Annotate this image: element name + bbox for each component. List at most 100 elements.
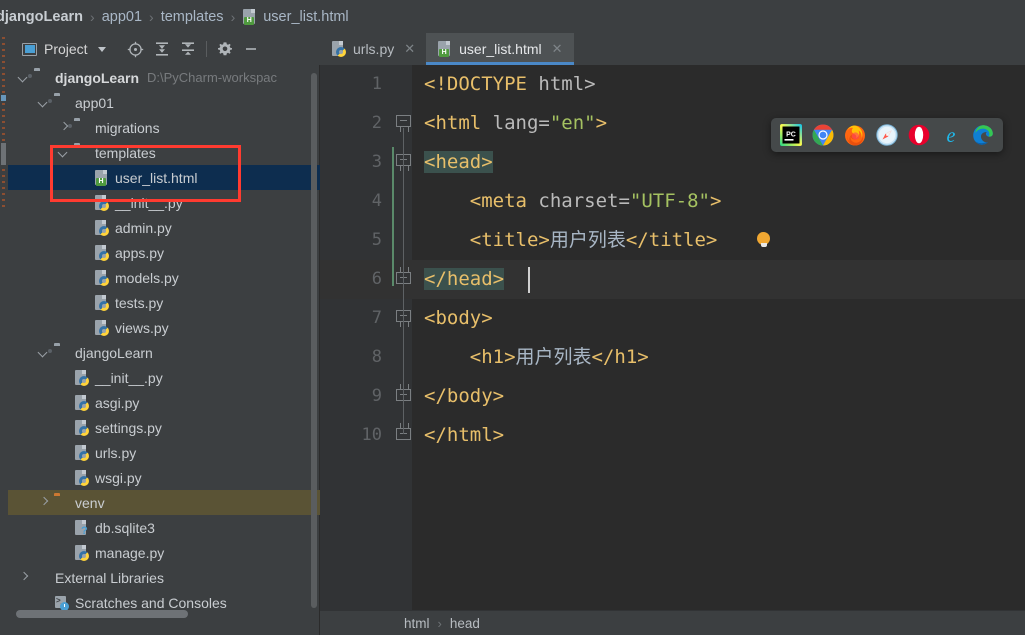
code-line-5[interactable]: 5 <title>用户列表</title> [320,221,1025,260]
strip-handle[interactable] [1,143,6,165]
python-file-icon [94,294,110,311]
breadcrumb-item-file[interactable]: H user_list.html [242,8,349,25]
project-window-icon [22,42,37,56]
fold-guide-line [403,167,405,276]
tree-row-label: models.py [115,269,179,286]
code-token: > [709,190,722,212]
browser-selector-popup[interactable]: PC e [771,118,1003,152]
folder-orange-icon [54,495,70,511]
pycharm-icon[interactable]: PC [780,124,802,146]
folder-icon [74,145,90,161]
tab-label: user_list.html [459,41,542,57]
python-file-icon [74,544,90,561]
status-breadcrumb-html[interactable]: html [404,616,430,631]
internet-explorer-icon[interactable]: e [940,124,962,147]
opera-icon[interactable] [908,124,930,146]
folder-module-icon [74,120,90,136]
tree-row-views-py[interactable]: views.py [8,315,320,340]
gear-icon[interactable] [212,36,238,62]
code-text: </body> [424,377,504,416]
line-number: 1 [371,74,382,94]
project-view-selector[interactable]: Project [8,41,106,57]
minimize-icon[interactable] [238,36,264,62]
chevron-down-icon[interactable] [58,147,69,158]
tree-row-wsgi-py[interactable]: wsgi.py [8,465,320,490]
tree-row-manage-py[interactable]: manage.py [8,540,320,565]
tree-row-models-py[interactable]: models.py [8,265,320,290]
chevron-down-icon[interactable] [38,347,49,358]
tree-row---init---py[interactable]: __init__.py [8,365,320,390]
tree-row-db-sqlite3[interactable]: ? db.sqlite3 [8,515,320,540]
tree-row-app01[interactable]: app01 [8,90,320,115]
chevron-right-icon[interactable] [38,497,49,508]
tree-row-label: settings.py [95,419,162,436]
code-line-6[interactable]: 6 </head> [320,260,1025,299]
code-line-7[interactable]: 7 <body> [320,299,1025,338]
project-panel-header: Project [8,33,320,65]
chevron-down-icon[interactable] [38,97,49,108]
tree-row---init---py[interactable]: __init__.py [8,190,320,215]
code-text: <title>用户列表</title> [424,221,718,260]
chevron-right-icon[interactable] [18,572,29,583]
code-token: "en" [549,112,596,134]
tab-urls-py[interactable]: urls.py ✕ [320,33,426,65]
text-caret [528,267,530,293]
chevron-down-icon[interactable] [18,72,29,83]
firefox-icon[interactable] [844,124,866,146]
locate-icon[interactable] [123,36,149,62]
breadcrumb: djangoLearn › app01 › templates › H user… [0,0,1025,33]
code-token: > [595,112,608,134]
tree-row-label: djangoLearn [75,344,153,361]
line-number: 8 [371,347,382,367]
tree-row-label: db.sqlite3 [95,519,155,536]
tree-row-venv[interactable]: venv [8,490,320,515]
chevron-right-icon[interactable] [58,122,69,133]
tree-row-templates[interactable]: templates [8,140,320,165]
intention-bulb-icon[interactable] [757,232,771,249]
tree-row-label: apps.py [115,244,165,261]
tree-row-admin-py[interactable]: admin.py [8,215,320,240]
edge-icon[interactable] [972,124,994,146]
tree-horizontal-scrollbar[interactable] [16,610,188,618]
tree-row-tests-py[interactable]: tests.py [8,290,320,315]
status-breadcrumb-head[interactable]: head [450,616,480,631]
code-line-4[interactable]: 4 <meta charset="UTF-8"> [320,182,1025,221]
chevron-down-icon[interactable] [97,46,106,52]
code-text: <body> [424,299,493,338]
expand-all-icon[interactable] [149,36,175,62]
tree-row-external-libraries[interactable]: External Libraries [8,565,320,590]
close-icon[interactable]: ✕ [552,41,563,57]
python-file-icon [94,219,110,236]
tree-row-urls-py[interactable]: urls.py [8,440,320,465]
tab-user-list-html[interactable]: H user_list.html ✕ [426,33,574,65]
chrome-icon[interactable] [812,124,834,146]
fold-guide-line [403,323,405,395]
line-number: 3 [371,152,382,172]
breadcrumb-item-project[interactable]: djangoLearn [0,9,83,25]
tree-row-asgi-py[interactable]: asgi.py [8,390,320,415]
tree-horizontal-scrollbar-track[interactable] [8,608,320,620]
code-text: </html> [424,416,504,455]
code-line-8[interactable]: 8 <h1>用户列表</h1> [320,338,1025,377]
collapse-all-icon[interactable] [175,36,201,62]
project-tree[interactable]: djangoLearn D:\PyCharm-workspac app01 migra… [8,65,320,620]
tree-row-djangolearn[interactable]: djangoLearn [8,340,320,365]
safari-icon[interactable] [876,124,898,146]
code-token: </head> [424,268,505,290]
code-line-9[interactable]: 9 </body> [320,377,1025,416]
breadcrumb-item-app01[interactable]: app01 [102,9,142,25]
tree-row-migrations[interactable]: migrations [8,115,320,140]
code-token: charset= [538,190,630,212]
code-line-1[interactable]: 1 <!DOCTYPE html> [320,65,1025,104]
tree-vertical-scrollbar[interactable] [311,73,317,608]
code-line-10[interactable]: 10 </html> [320,416,1025,455]
tree-row-user-list-html[interactable]: Huser_list.html [8,165,320,190]
tree-row-label: templates [95,144,156,161]
tree-row-djangolearn[interactable]: djangoLearn D:\PyCharm-workspac [8,65,320,90]
tree-row-apps-py[interactable]: apps.py [8,240,320,265]
tree-row-settings-py[interactable]: settings.py [8,415,320,440]
line-number: 4 [371,191,382,211]
breadcrumb-item-templates[interactable]: templates [161,9,224,25]
close-icon[interactable]: ✕ [404,41,415,57]
tree-row-label: urls.py [95,444,137,461]
